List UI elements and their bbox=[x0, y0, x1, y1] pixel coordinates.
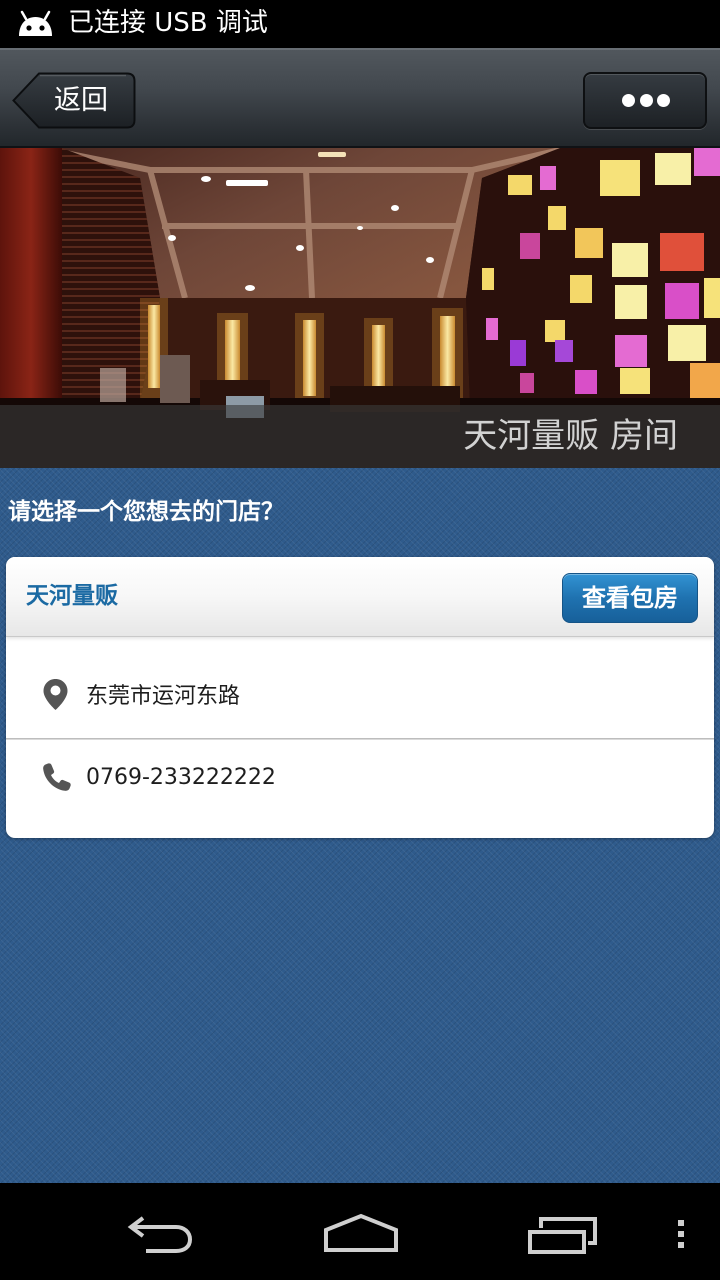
navigation-bar bbox=[0, 1183, 720, 1280]
recent-apps-icon bbox=[528, 1217, 597, 1254]
glass-tile bbox=[615, 335, 647, 367]
glass-tile bbox=[508, 175, 532, 195]
glass-tile bbox=[620, 368, 650, 394]
glass-tile bbox=[570, 275, 592, 303]
phone-icon bbox=[43, 763, 71, 791]
nav-home-button[interactable] bbox=[300, 1183, 420, 1280]
nav-menu-button[interactable] bbox=[660, 1183, 708, 1280]
glass-tile bbox=[486, 318, 498, 340]
glass-tile bbox=[690, 363, 720, 403]
ceiling-light bbox=[426, 257, 434, 263]
glass-tile bbox=[575, 370, 597, 394]
glass-tile bbox=[612, 243, 648, 277]
overflow-menu-icon bbox=[678, 1220, 684, 1248]
phone-row[interactable]: 0769-233222222 bbox=[6, 740, 714, 838]
more-dot bbox=[657, 94, 670, 107]
address-row[interactable]: 东莞市运河东路 bbox=[6, 638, 714, 738]
ceiling-light bbox=[357, 226, 363, 230]
store-name: 天河量贩 bbox=[26, 583, 118, 609]
status-bar: 已连接 USB 调试 bbox=[0, 0, 720, 48]
more-button[interactable] bbox=[583, 72, 707, 129]
more-dots-icon bbox=[622, 94, 670, 107]
nav-back-button[interactable] bbox=[100, 1183, 220, 1280]
wall-screen bbox=[100, 368, 126, 402]
glass-tile bbox=[660, 233, 704, 271]
store-address: 东莞市运河东路 bbox=[86, 684, 241, 709]
store-prompt: 请选择一个您想去的门店？ bbox=[8, 499, 284, 525]
ceiling-light bbox=[168, 235, 176, 241]
glass-tile bbox=[520, 233, 540, 259]
glass-tile bbox=[510, 340, 526, 366]
glass-tile bbox=[548, 206, 566, 230]
glass-tile bbox=[482, 268, 494, 290]
light-column bbox=[372, 325, 385, 396]
banner: 天河量贩 房间 bbox=[0, 148, 720, 468]
light-column bbox=[303, 320, 316, 396]
glass-tile bbox=[600, 160, 640, 196]
glass-tile bbox=[704, 278, 720, 318]
back-icon bbox=[127, 1216, 193, 1253]
glass-tile bbox=[665, 283, 699, 319]
ceiling-light bbox=[245, 285, 255, 291]
back-button-label: 返回 bbox=[54, 85, 108, 116]
store-phone: 0769-233222222 bbox=[86, 765, 276, 790]
status-text: 已连接 USB 调试 bbox=[68, 8, 268, 38]
android-debug-icon bbox=[19, 10, 52, 36]
light-column bbox=[148, 305, 160, 388]
glass-tile bbox=[545, 320, 565, 342]
store-card: 天河量贩 查看包房 东莞市运河东路 0769-233222222 bbox=[6, 557, 714, 838]
title-bar: 返回 bbox=[0, 48, 720, 148]
nav-recents-button[interactable] bbox=[502, 1183, 622, 1280]
back-button[interactable]: 返回 bbox=[12, 72, 136, 129]
glass-tile bbox=[615, 285, 647, 319]
ceiling-light bbox=[391, 205, 399, 211]
main-content: 请选择一个您想去的门店？ 天河量贩 查看包房 东莞市运河东路 0769-2332… bbox=[0, 468, 720, 1183]
glass-tile bbox=[555, 340, 573, 362]
location-pin-icon bbox=[43, 679, 68, 710]
store-card-header: 天河量贩 查看包房 bbox=[6, 557, 714, 637]
more-dot bbox=[622, 94, 635, 107]
ceiling-light bbox=[226, 180, 268, 186]
home-icon bbox=[324, 1213, 398, 1252]
ceiling-light bbox=[318, 152, 346, 157]
glass-tile bbox=[520, 373, 534, 393]
glass-tile bbox=[575, 228, 603, 258]
speaker-cabinet bbox=[160, 355, 190, 403]
banner-caption: 天河量贩 房间 bbox=[463, 416, 678, 456]
glass-tile bbox=[540, 166, 556, 190]
glass-tile bbox=[694, 148, 720, 176]
glass-tile bbox=[668, 325, 706, 361]
glass-tile bbox=[655, 153, 691, 185]
view-rooms-button[interactable]: 查看包房 bbox=[562, 573, 698, 623]
ceiling-light bbox=[201, 176, 211, 182]
more-dot bbox=[639, 94, 653, 107]
ceiling-light bbox=[296, 245, 304, 251]
